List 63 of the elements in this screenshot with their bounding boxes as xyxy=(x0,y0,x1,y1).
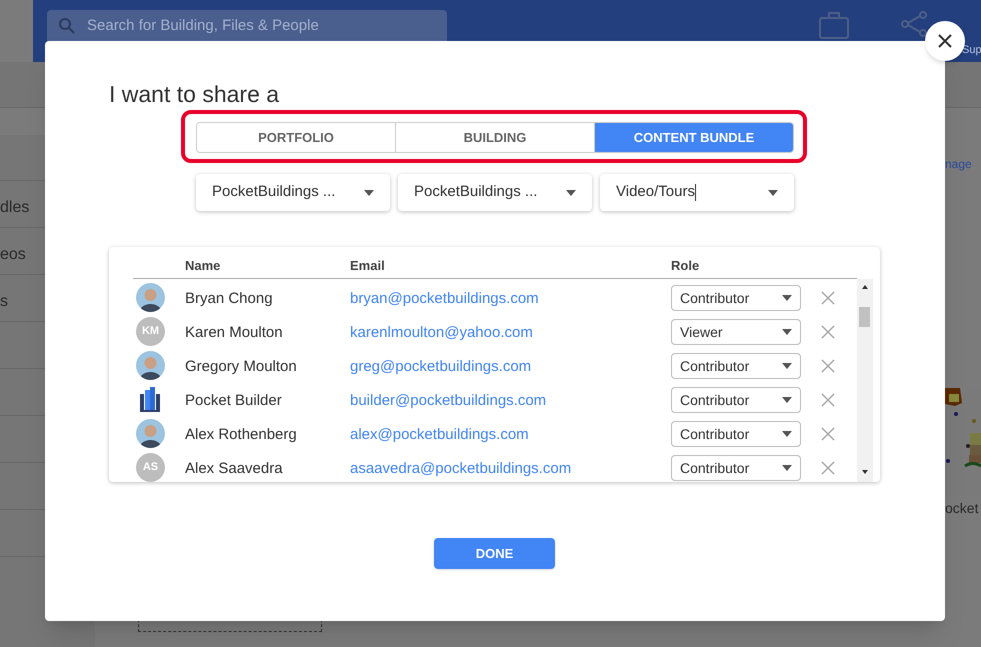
scrollbar[interactable] xyxy=(857,279,873,482)
caret-icon xyxy=(768,190,778,196)
search-field[interactable]: Search for Building, Files & People xyxy=(47,10,447,41)
remove-icon[interactable] xyxy=(821,427,835,441)
dropdown[interactable]: Video/Tours xyxy=(600,174,794,211)
header-label: Sup xyxy=(962,43,981,58)
role-select[interactable]: Viewer xyxy=(671,319,801,345)
sidebar-item[interactable]: eos xyxy=(0,243,26,267)
remove-icon[interactable] xyxy=(821,393,835,407)
avatar: KM xyxy=(136,317,165,346)
close-icon xyxy=(937,33,953,49)
user-name: Alex Rothenberg xyxy=(185,425,297,445)
email-link[interactable]: karenlmoulton@yahoo.com xyxy=(350,322,533,344)
user-name: Pocket Builder xyxy=(185,391,282,411)
dialog-title: I want to share a xyxy=(109,80,280,109)
remove-icon[interactable] xyxy=(821,291,835,305)
role-select[interactable]: Contributor xyxy=(671,455,801,481)
column-header: Role xyxy=(671,257,700,275)
caret-icon xyxy=(782,295,792,301)
share-icon[interactable] xyxy=(900,10,928,38)
thumbnail-caption: ocket xyxy=(945,499,978,518)
user-name: Bryan Chong xyxy=(185,289,273,309)
user-name: Alex Saavedra xyxy=(185,459,283,479)
scroll-down-icon[interactable] xyxy=(862,470,868,474)
sidebar-item[interactable]: s xyxy=(0,290,8,314)
remove-icon[interactable] xyxy=(821,461,835,475)
avatar-icon xyxy=(136,351,165,380)
role-select[interactable]: Contributor xyxy=(671,421,801,447)
column-header: Name xyxy=(185,257,220,275)
dropdown[interactable]: PocketBuildings ... xyxy=(398,174,592,211)
avatar: AS xyxy=(136,453,165,482)
link[interactable]: nage xyxy=(945,155,972,173)
buildings-icon xyxy=(138,386,162,412)
caret-icon xyxy=(782,329,792,335)
role-select[interactable]: Contributor xyxy=(671,285,801,311)
user-name: Karen Moulton xyxy=(185,323,283,343)
column-header: Email xyxy=(350,257,385,275)
role-select[interactable]: Contributor xyxy=(671,353,801,379)
avatar-icon xyxy=(136,419,165,448)
done-button[interactable]: DONE xyxy=(434,538,555,569)
avatar-icon xyxy=(136,283,165,312)
user-name: Gregory Moulton xyxy=(185,357,297,377)
sidebar-item[interactable]: dles xyxy=(0,196,30,220)
email-link[interactable]: asaavedra@pocketbuildings.com xyxy=(350,458,572,480)
scrollbar-thumb[interactable] xyxy=(859,307,870,327)
email-link[interactable]: alex@pocketbuildings.com xyxy=(350,424,529,446)
segment-tab[interactable]: CONTENT BUNDLE xyxy=(594,123,793,152)
email-link[interactable]: bryan@pocketbuildings.com xyxy=(350,288,539,310)
scroll-up-icon[interactable] xyxy=(862,285,868,289)
caret-icon xyxy=(782,397,792,403)
remove-icon[interactable] xyxy=(821,359,835,373)
briefcase-icon[interactable] xyxy=(818,12,850,40)
caret-icon xyxy=(566,190,576,196)
caret-icon xyxy=(782,465,792,471)
email-link[interactable]: builder@pocketbuildings.com xyxy=(350,390,546,412)
email-link[interactable]: greg@pocketbuildings.com xyxy=(350,356,532,378)
caret-icon xyxy=(782,363,792,369)
remove-icon[interactable] xyxy=(821,325,835,339)
search-icon xyxy=(58,17,76,35)
role-select[interactable]: Contributor xyxy=(671,387,801,413)
caret-icon xyxy=(782,431,792,437)
dropdown[interactable]: PocketBuildings ... xyxy=(196,174,390,211)
caret-icon xyxy=(364,190,374,196)
